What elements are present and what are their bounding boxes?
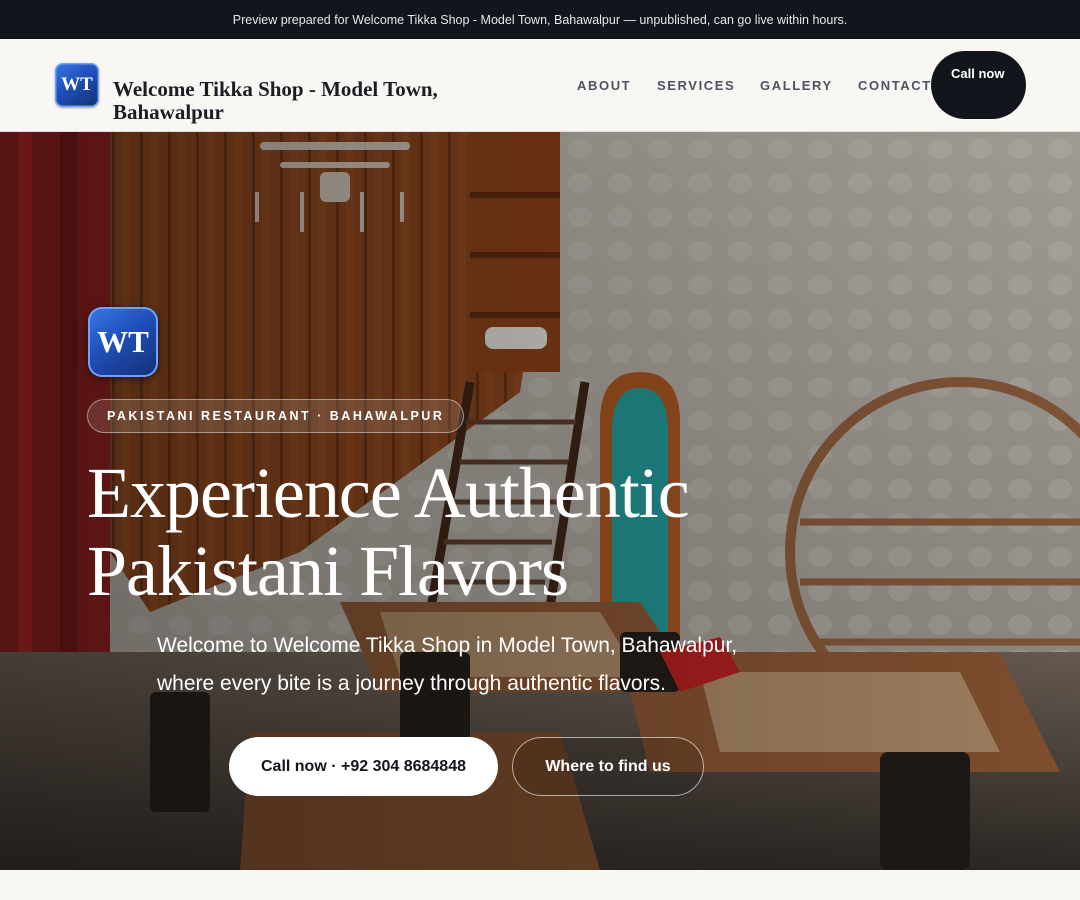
brand-logo[interactable]: WT — [55, 63, 99, 107]
preview-banner: Preview prepared for Welcome Tikka Shop … — [0, 0, 1080, 39]
call-now-button[interactable]: Call now — [931, 51, 1026, 119]
call-phone-button[interactable]: Call now · +92 304 8684848 — [229, 737, 498, 796]
category-badge: PAKISTANI RESTAURANT · BAHAWALPUR — [87, 399, 465, 433]
hero-section: WT PAKISTANI RESTAURANT · BAHAWALPUR Exp… — [0, 132, 1080, 870]
hero-logo-initials: WT — [97, 324, 149, 359]
hero-logo-badge: WT — [88, 307, 158, 377]
preview-banner-text: Preview prepared for Welcome Tikka Shop … — [232, 12, 848, 27]
hero-headline: Experience Authentic Pakistani Flavors — [87, 454, 787, 610]
nav-item-contact[interactable]: CONTACT — [858, 78, 932, 93]
brand-logo-initials: WT — [61, 74, 93, 95]
hero-headline-line-2: Pakistani Flavors — [87, 531, 569, 611]
next-section-edge — [0, 870, 1080, 900]
nav-item-gallery[interactable]: GALLERY — [760, 78, 833, 93]
nav-item-services[interactable]: SERVICES — [657, 78, 735, 93]
hero-content: WT PAKISTANI RESTAURANT · BAHAWALPUR Exp… — [0, 132, 1080, 870]
site-header: WT Welcome Tikka Shop - Model Town, Baha… — [0, 39, 1080, 132]
find-us-button[interactable]: Where to find us — [512, 737, 704, 796]
nav-item-about[interactable]: ABOUT — [577, 78, 631, 93]
hero-description: Welcome to Welcome Tikka Shop in Model T… — [157, 634, 738, 695]
brand-name[interactable]: Welcome Tikka Shop - Model Town, Bahawal… — [113, 78, 513, 124]
hero-headline-line-1: Experience Authentic — [87, 453, 690, 533]
